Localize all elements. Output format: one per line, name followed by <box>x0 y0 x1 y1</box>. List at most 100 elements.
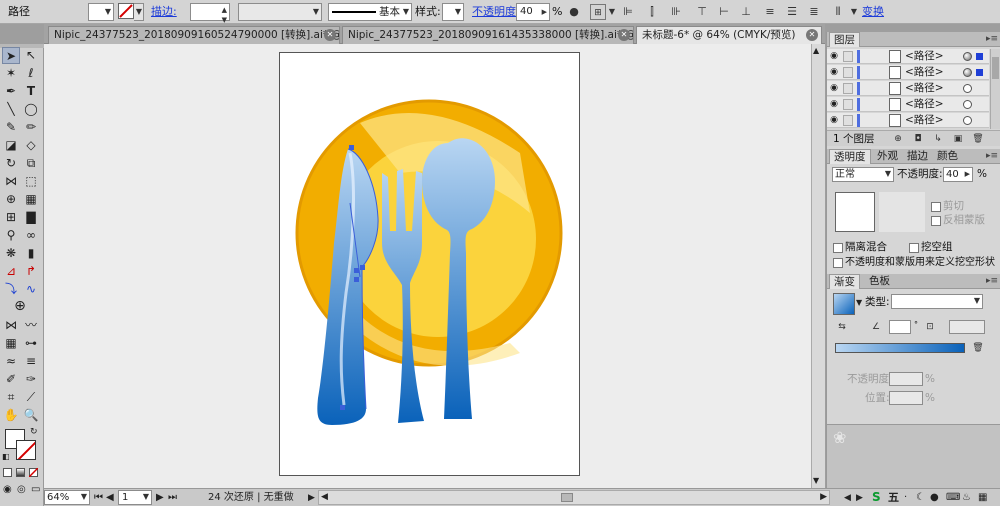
first-page-icon[interactable]: ⏮ <box>94 491 103 505</box>
ime-wubi-icon[interactable]: 五 <box>888 490 899 505</box>
hand-tool-icon[interactable]: ✋ <box>2 407 20 424</box>
ime-moon-icon[interactable]: ☾ <box>916 490 925 505</box>
grid-tool-icon[interactable]: ▦ <box>2 335 20 352</box>
tab-document-1[interactable]: Nipic_24377523_20180909160524790000 [转换]… <box>48 26 340 44</box>
layers-scrollbar[interactable] <box>990 49 1000 129</box>
lasso-tool-icon[interactable]: ℓ <box>22 65 40 82</box>
visibility-eye-icon[interactable]: ◉ <box>829 51 839 61</box>
align-top-icon[interactable]: ⊤ <box>694 4 710 20</box>
gradient-location-input[interactable] <box>889 391 923 405</box>
zoom-tool-icon[interactable]: 🔍 <box>22 407 40 424</box>
locate-object-icon[interactable]: ⊕ <box>891 133 905 145</box>
color-mode-icon[interactable] <box>3 468 12 477</box>
close-icon[interactable]: ✕ <box>618 29 630 41</box>
layer-row[interactable]: ◉ <路径> <box>827 65 989 80</box>
canvas-area[interactable] <box>44 44 825 488</box>
prev-page-icon[interactable]: ◀ <box>106 491 114 505</box>
draw-behind-icon[interactable]: ◎ <box>17 484 26 495</box>
distribute-bottom-icon[interactable]: ≣ <box>806 4 822 20</box>
aspect-ratio-input[interactable] <box>949 320 985 334</box>
layers-scroll-thumb[interactable] <box>992 57 999 79</box>
pen-tool-icon[interactable]: ✒ <box>2 83 20 100</box>
selection-indicator[interactable] <box>976 53 983 60</box>
style-dropdown[interactable]: ▼ <box>442 3 464 21</box>
lock-toggle[interactable] <box>843 115 853 126</box>
direct-selection-tool-icon[interactable]: ↖ <box>22 47 40 64</box>
brush-dropdown[interactable]: 基本 ▼ <box>328 3 412 21</box>
opacity-link[interactable]: 不透明度: <box>472 5 520 19</box>
reference-dropdown-icon[interactable]: ▼ <box>604 4 620 20</box>
draw-normal-icon[interactable]: ◉ <box>3 484 12 495</box>
swap-fill-stroke-icon[interactable]: ↻ <box>30 427 38 437</box>
next-page-icon[interactable]: ▶ <box>156 491 164 505</box>
page-dropdown[interactable]: 1 ▼ <box>118 490 152 505</box>
clip-checkbox[interactable] <box>931 202 941 212</box>
gradient-slider[interactable] <box>835 343 965 353</box>
gradient-mode-icon[interactable] <box>16 468 25 477</box>
align-right-icon[interactable]: ⊪ <box>668 4 684 20</box>
distribute-top-icon[interactable]: ≡ <box>762 4 778 20</box>
new-sublayer-icon[interactable]: ↳ <box>931 133 945 145</box>
scroll-right-icon[interactable]: ▶ <box>820 491 827 504</box>
ime-punct-icon[interactable]: · <box>904 490 907 505</box>
pencil-tool-icon[interactable]: ✏ <box>22 119 40 136</box>
horizontal-scroll-thumb[interactable] <box>561 493 573 502</box>
tab-layers[interactable]: 图层 <box>829 32 860 47</box>
default-fill-stroke-icon[interactable]: ◧ <box>2 452 10 461</box>
tab-color[interactable]: 颜色 <box>933 149 962 164</box>
angle-input[interactable] <box>889 320 911 334</box>
distribute-vcenter-icon[interactable]: ☰ <box>784 4 800 20</box>
ime-tools-icon[interactable]: ▦ <box>978 490 987 505</box>
panel-menu-icon[interactable]: ▸≡ <box>986 151 998 162</box>
close-icon[interactable]: ✕ <box>324 29 336 41</box>
tab-document-3[interactable]: 未标题-6* @ 64% (CMYK/预览) ✕ <box>636 26 822 44</box>
transform-link[interactable]: 变换 <box>862 5 884 19</box>
align-left-icon[interactable]: ⊫ <box>620 4 636 20</box>
lock-toggle[interactable] <box>843 51 853 62</box>
crop-tool-icon[interactable]: ⌗ <box>2 389 20 406</box>
knockout-group-checkbox[interactable] <box>909 243 919 253</box>
target-icon[interactable] <box>963 100 972 109</box>
delete-stop-icon[interactable]: 🗑 <box>971 342 985 354</box>
ellipse-tool-icon[interactable]: ◯ <box>22 101 40 118</box>
gradient-opacity-input[interactable] <box>889 372 923 386</box>
lock-toggle[interactable] <box>843 83 853 94</box>
wave-tool-icon[interactable]: 〰 <box>22 317 40 334</box>
measure-tool-icon[interactable]: ✑ <box>22 371 40 388</box>
lock-toggle[interactable] <box>843 67 853 78</box>
type-tool-icon[interactable]: T <box>22 83 40 100</box>
stroke-weight-stepper[interactable]: ▲ ▼ <box>190 3 230 24</box>
zoom-dropdown[interactable]: 64% ▼ <box>44 490 90 505</box>
column-graph-tool-icon[interactable]: ▮ <box>22 245 40 262</box>
scroll-right-icon[interactable]: ▶ <box>856 491 863 505</box>
symbol-sprayer-tool-icon[interactable]: ❋ <box>2 245 20 262</box>
layer-row[interactable]: ◉ <路径> <box>827 113 989 128</box>
bounding-box-tool-icon[interactable]: ⋈ <box>2 317 20 334</box>
panel-menu-icon[interactable]: ▸≡ <box>986 34 998 45</box>
stroke-swatch[interactable] <box>16 440 36 460</box>
gradient-thumbnail[interactable] <box>833 293 855 315</box>
eyedropper-alt-tool-icon[interactable]: ✐ <box>2 371 20 388</box>
invert-mask-checkbox[interactable] <box>931 216 941 226</box>
magic-wand-tool-icon[interactable]: ✶ <box>2 65 20 82</box>
tab-transparency[interactable]: 透明度 <box>829 149 871 164</box>
align-bottom-icon[interactable]: ⊥ <box>738 4 754 20</box>
artboard-tool-icon[interactable]: ⊿ <box>2 263 20 280</box>
visibility-eye-icon[interactable]: ◉ <box>829 83 839 93</box>
horizontal-scrollbar[interactable]: ◀ ▶ <box>318 490 830 505</box>
crosshair-tool-icon[interactable]: ⊕ <box>11 298 29 315</box>
eyedropper-tool-icon[interactable]: ⚲ <box>2 227 20 244</box>
vertical-scrollbar[interactable]: ▲ ▼ <box>811 44 825 488</box>
tab-document-2[interactable]: Nipic_24377523_20180909161435338000 [转换]… <box>342 26 634 44</box>
scale-tool-icon[interactable]: ⧉ <box>22 155 40 172</box>
shape-builder-tool-icon[interactable]: ⊕ <box>2 191 20 208</box>
lock-toggle[interactable] <box>843 99 853 110</box>
target-icon[interactable] <box>963 84 972 93</box>
distribute-dropdown-icon[interactable]: ▼ <box>846 4 862 20</box>
blend-mode-dropdown[interactable]: 正常 ▼ <box>832 167 894 182</box>
screen-mode-icon[interactable]: ▭ <box>31 484 40 495</box>
opacity-mask-checkbox[interactable] <box>833 258 843 268</box>
stroke-link[interactable]: 描边: <box>151 5 177 19</box>
mesh-tool-icon[interactable]: ⊞ <box>2 209 20 226</box>
align-tool-icon[interactable]: ⊶ <box>22 335 40 352</box>
